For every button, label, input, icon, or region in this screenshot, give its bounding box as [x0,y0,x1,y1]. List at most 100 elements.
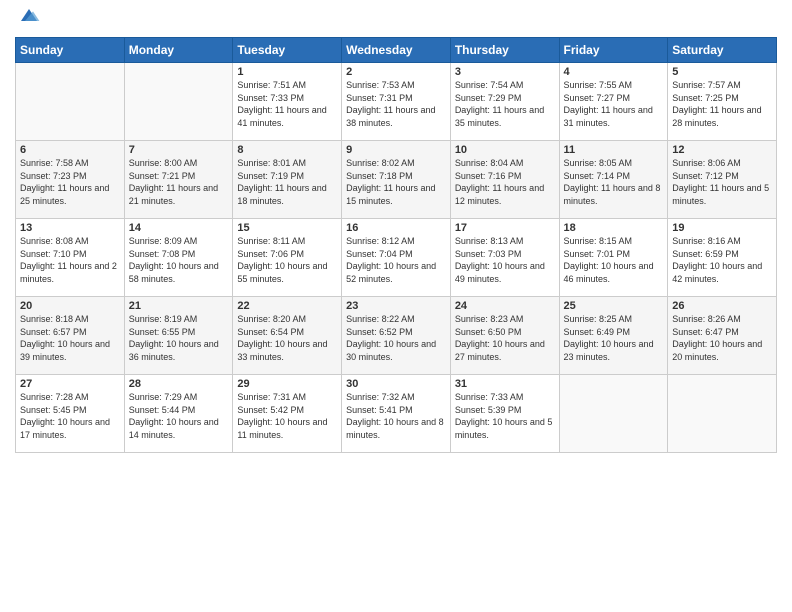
calendar-cell: 19Sunrise: 8:16 AMSunset: 6:59 PMDayligh… [668,219,777,297]
day-info: Sunrise: 7:58 AMSunset: 7:23 PMDaylight:… [20,157,120,207]
day-number: 1 [237,66,337,78]
day-info: Sunrise: 8:02 AMSunset: 7:18 PMDaylight:… [346,157,446,207]
day-number: 30 [346,378,446,390]
calendar-cell [124,63,233,141]
day-number: 31 [455,378,555,390]
day-info: Sunrise: 7:28 AMSunset: 5:45 PMDaylight:… [20,391,120,441]
day-info: Sunrise: 8:13 AMSunset: 7:03 PMDaylight:… [455,235,555,285]
day-number: 3 [455,66,555,78]
day-number: 12 [672,144,772,156]
day-number: 25 [564,300,664,312]
day-info: Sunrise: 8:23 AMSunset: 6:50 PMDaylight:… [455,313,555,363]
day-info: Sunrise: 7:51 AMSunset: 7:33 PMDaylight:… [237,79,337,129]
week-row-3: 13Sunrise: 8:08 AMSunset: 7:10 PMDayligh… [16,219,777,297]
day-info: Sunrise: 7:55 AMSunset: 7:27 PMDaylight:… [564,79,664,129]
day-number: 20 [20,300,120,312]
calendar-cell: 15Sunrise: 8:11 AMSunset: 7:06 PMDayligh… [233,219,342,297]
calendar-cell: 14Sunrise: 8:09 AMSunset: 7:08 PMDayligh… [124,219,233,297]
day-info: Sunrise: 8:05 AMSunset: 7:14 PMDaylight:… [564,157,664,207]
day-info: Sunrise: 8:19 AMSunset: 6:55 PMDaylight:… [129,313,229,363]
calendar-cell: 10Sunrise: 8:04 AMSunset: 7:16 PMDayligh… [450,141,559,219]
day-number: 18 [564,222,664,234]
day-number: 16 [346,222,446,234]
week-row-5: 27Sunrise: 7:28 AMSunset: 5:45 PMDayligh… [16,375,777,453]
weekday-header-sunday: Sunday [16,38,125,63]
calendar-cell: 12Sunrise: 8:06 AMSunset: 7:12 PMDayligh… [668,141,777,219]
calendar-cell [668,375,777,453]
day-info: Sunrise: 7:33 AMSunset: 5:39 PMDaylight:… [455,391,555,441]
calendar-cell: 16Sunrise: 8:12 AMSunset: 7:04 PMDayligh… [342,219,451,297]
weekday-header-saturday: Saturday [668,38,777,63]
calendar-table: SundayMondayTuesdayWednesdayThursdayFrid… [15,37,777,453]
calendar-cell: 22Sunrise: 8:20 AMSunset: 6:54 PMDayligh… [233,297,342,375]
day-number: 19 [672,222,772,234]
day-number: 10 [455,144,555,156]
day-info: Sunrise: 7:57 AMSunset: 7:25 PMDaylight:… [672,79,772,129]
calendar-cell: 9Sunrise: 8:02 AMSunset: 7:18 PMDaylight… [342,141,451,219]
weekday-header-friday: Friday [559,38,668,63]
calendar-cell: 4Sunrise: 7:55 AMSunset: 7:27 PMDaylight… [559,63,668,141]
logo [15,10,41,29]
week-row-4: 20Sunrise: 8:18 AMSunset: 6:57 PMDayligh… [16,297,777,375]
day-number: 22 [237,300,337,312]
header [15,10,777,29]
calendar-cell [559,375,668,453]
calendar-cell: 21Sunrise: 8:19 AMSunset: 6:55 PMDayligh… [124,297,233,375]
calendar-cell: 3Sunrise: 7:54 AMSunset: 7:29 PMDaylight… [450,63,559,141]
logo-text [15,10,41,29]
day-number: 28 [129,378,229,390]
day-info: Sunrise: 8:11 AMSunset: 7:06 PMDaylight:… [237,235,337,285]
logo-icon [17,5,41,29]
day-number: 13 [20,222,120,234]
day-info: Sunrise: 7:54 AMSunset: 7:29 PMDaylight:… [455,79,555,129]
calendar-cell: 13Sunrise: 8:08 AMSunset: 7:10 PMDayligh… [16,219,125,297]
calendar-cell [16,63,125,141]
calendar-cell: 2Sunrise: 7:53 AMSunset: 7:31 PMDaylight… [342,63,451,141]
day-info: Sunrise: 7:53 AMSunset: 7:31 PMDaylight:… [346,79,446,129]
calendar-cell: 23Sunrise: 8:22 AMSunset: 6:52 PMDayligh… [342,297,451,375]
weekday-header-wednesday: Wednesday [342,38,451,63]
calendar-cell: 28Sunrise: 7:29 AMSunset: 5:44 PMDayligh… [124,375,233,453]
calendar-cell: 7Sunrise: 8:00 AMSunset: 7:21 PMDaylight… [124,141,233,219]
day-number: 29 [237,378,337,390]
weekday-header-thursday: Thursday [450,38,559,63]
day-number: 9 [346,144,446,156]
calendar-cell: 26Sunrise: 8:26 AMSunset: 6:47 PMDayligh… [668,297,777,375]
day-info: Sunrise: 8:12 AMSunset: 7:04 PMDaylight:… [346,235,446,285]
day-number: 11 [564,144,664,156]
calendar-cell: 27Sunrise: 7:28 AMSunset: 5:45 PMDayligh… [16,375,125,453]
weekday-header-row: SundayMondayTuesdayWednesdayThursdayFrid… [16,38,777,63]
day-number: 6 [20,144,120,156]
calendar-cell: 18Sunrise: 8:15 AMSunset: 7:01 PMDayligh… [559,219,668,297]
day-info: Sunrise: 8:00 AMSunset: 7:21 PMDaylight:… [129,157,229,207]
day-info: Sunrise: 8:08 AMSunset: 7:10 PMDaylight:… [20,235,120,285]
day-info: Sunrise: 8:04 AMSunset: 7:16 PMDaylight:… [455,157,555,207]
day-info: Sunrise: 8:25 AMSunset: 6:49 PMDaylight:… [564,313,664,363]
calendar-cell: 20Sunrise: 8:18 AMSunset: 6:57 PMDayligh… [16,297,125,375]
day-number: 5 [672,66,772,78]
calendar-cell: 6Sunrise: 7:58 AMSunset: 7:23 PMDaylight… [16,141,125,219]
calendar-page: SundayMondayTuesdayWednesdayThursdayFrid… [0,0,792,612]
day-number: 8 [237,144,337,156]
day-info: Sunrise: 8:20 AMSunset: 6:54 PMDaylight:… [237,313,337,363]
day-number: 27 [20,378,120,390]
calendar-cell: 29Sunrise: 7:31 AMSunset: 5:42 PMDayligh… [233,375,342,453]
calendar-cell: 1Sunrise: 7:51 AMSunset: 7:33 PMDaylight… [233,63,342,141]
calendar-cell: 25Sunrise: 8:25 AMSunset: 6:49 PMDayligh… [559,297,668,375]
calendar-cell: 31Sunrise: 7:33 AMSunset: 5:39 PMDayligh… [450,375,559,453]
weekday-header-monday: Monday [124,38,233,63]
day-number: 26 [672,300,772,312]
day-info: Sunrise: 8:15 AMSunset: 7:01 PMDaylight:… [564,235,664,285]
day-number: 7 [129,144,229,156]
week-row-1: 1Sunrise: 7:51 AMSunset: 7:33 PMDaylight… [16,63,777,141]
day-info: Sunrise: 7:29 AMSunset: 5:44 PMDaylight:… [129,391,229,441]
day-number: 23 [346,300,446,312]
day-number: 4 [564,66,664,78]
calendar-cell: 30Sunrise: 7:32 AMSunset: 5:41 PMDayligh… [342,375,451,453]
calendar-cell: 5Sunrise: 7:57 AMSunset: 7:25 PMDaylight… [668,63,777,141]
day-info: Sunrise: 8:22 AMSunset: 6:52 PMDaylight:… [346,313,446,363]
calendar-cell: 11Sunrise: 8:05 AMSunset: 7:14 PMDayligh… [559,141,668,219]
day-info: Sunrise: 8:26 AMSunset: 6:47 PMDaylight:… [672,313,772,363]
day-info: Sunrise: 7:32 AMSunset: 5:41 PMDaylight:… [346,391,446,441]
week-row-2: 6Sunrise: 7:58 AMSunset: 7:23 PMDaylight… [16,141,777,219]
